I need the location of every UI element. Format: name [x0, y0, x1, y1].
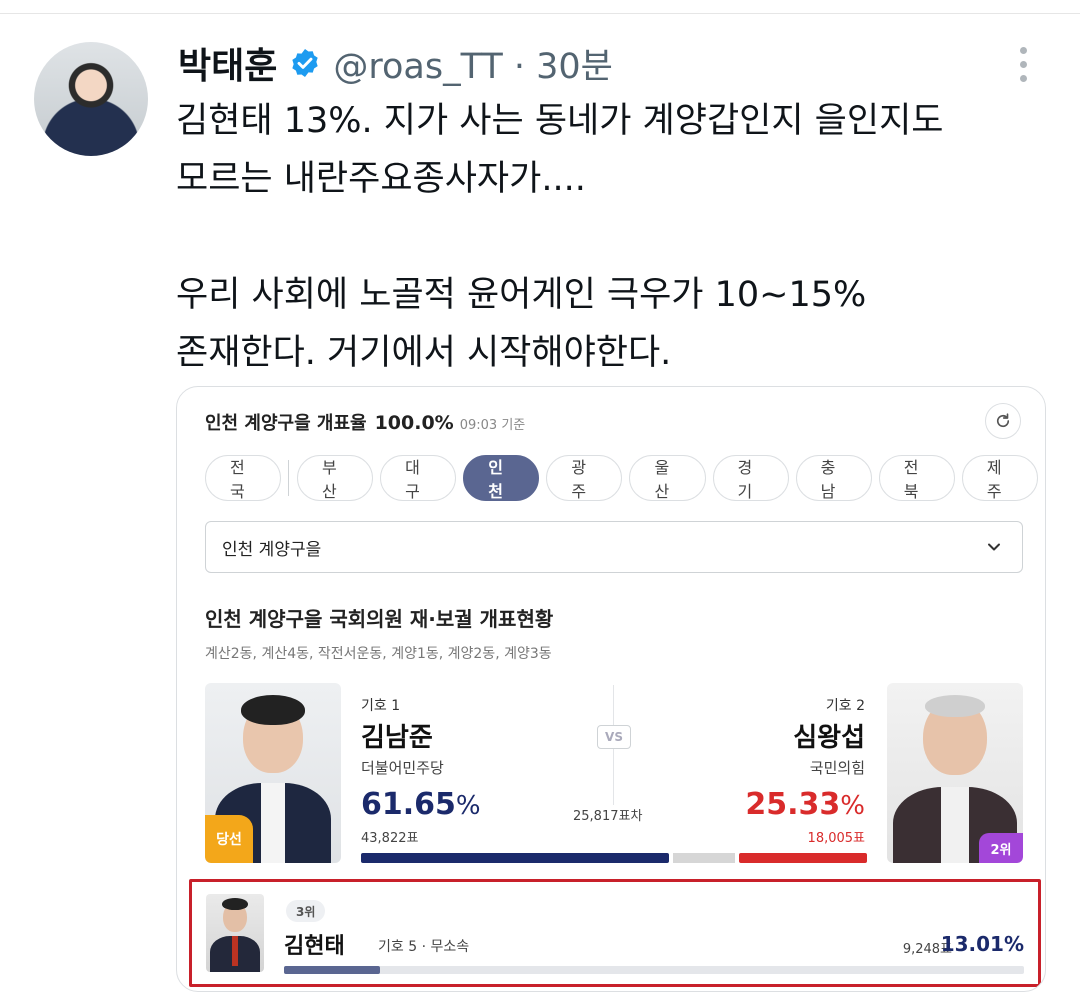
- candidate-2-percent: 25.33%: [745, 787, 865, 822]
- candidate-1-share-bar: [361, 853, 669, 863]
- district-select-value: 인천 계양구을: [222, 539, 322, 560]
- tweet-text: 김현태 13%. 지가 사는 동네가 계양갑인지 을인지도 모르는 내란주요종사…: [176, 101, 944, 373]
- region-tab-충남[interactable]: 충남: [795, 455, 872, 501]
- top-divider: [0, 0, 1080, 14]
- region-tab-부산[interactable]: 부산: [297, 455, 374, 501]
- third-place-highlight: 3위 김현태 기호 5 · 무소속 9,248표 13.01%: [189, 879, 1041, 987]
- candidate-1-photo: 당선: [205, 683, 341, 863]
- vs-label: VS: [597, 725, 631, 749]
- chevron-down-icon: [984, 537, 1004, 557]
- winner-badge: 당선: [205, 815, 253, 863]
- candidate-1-percent: 61.65%: [361, 787, 481, 822]
- candidate-2-photo: 2위: [887, 683, 1023, 863]
- region-tab-제주[interactable]: 제주: [961, 455, 1038, 501]
- candidate-3-meta: 기호 5 · 무소속: [378, 939, 470, 955]
- candidate-2-name: 심왕섭: [793, 723, 865, 753]
- candidate-1-name: 김남준: [361, 723, 433, 753]
- rank-3-badge: 3위: [286, 900, 326, 922]
- candidate-2-votes: 18,005표: [807, 831, 865, 846]
- candidate-1-number: 기호 1: [361, 698, 401, 714]
- candidate-3-name: 김현태: [284, 934, 345, 959]
- candidate-2-party: 국민의힘: [809, 759, 865, 777]
- region-tab-울산[interactable]: 울산: [629, 455, 706, 501]
- region-tab-대구[interactable]: 대구: [380, 455, 457, 501]
- section-subtitle: 계산2동, 계산4동, 작전서운동, 계양1동, 계양2동, 계양3동: [205, 646, 552, 662]
- region-tabs: 전국 부산 대구 인천 광주 울산 경기 충남 전북 제주: [205, 455, 1045, 501]
- candidate-1-votes: 43,822표: [361, 831, 419, 846]
- candidate-3-percent: 13.01%: [940, 932, 1024, 956]
- election-result-card: 인천 계양구을 개표율 100.0% 09:03 기준 전국 부산 대구 인천 …: [176, 386, 1046, 992]
- rank-2-badge: 2위: [979, 833, 1023, 863]
- region-divider: [288, 460, 289, 496]
- vote-difference: 25,817표차: [573, 809, 643, 824]
- author-handle-time[interactable]: @roas_TT · 30분: [333, 38, 612, 89]
- tweet-header: 박태훈 @roas_TT · 30분: [178, 38, 613, 88]
- region-tab-전국[interactable]: 전국: [205, 455, 282, 501]
- section-title: 인천 계양구을 국회의원 재·보궐 개표현황: [205, 607, 554, 631]
- candidate-1-party: 더불어민주당: [361, 759, 444, 777]
- candidate-3-bar-track: [284, 966, 1024, 974]
- count-title: 인천 계양구을 개표율: [205, 413, 367, 434]
- candidate-3-photo: [206, 894, 264, 972]
- district-select[interactable]: 인천 계양구을: [205, 521, 1023, 573]
- more-vertical-icon[interactable]: [1008, 44, 1038, 84]
- count-rate: 100.0%: [374, 412, 454, 434]
- others-share-bar: [673, 853, 735, 863]
- verified-badge-icon: [289, 47, 321, 79]
- region-tab-경기[interactable]: 경기: [712, 455, 789, 501]
- region-tab-전북[interactable]: 전북: [878, 455, 955, 501]
- candidate-2-number: 기호 2: [825, 698, 865, 714]
- author-name[interactable]: 박태훈: [178, 37, 277, 89]
- candidate-2-share-bar: [739, 853, 867, 863]
- card-header: 인천 계양구을 개표율 100.0% 09:03 기준: [205, 409, 525, 435]
- author-avatar[interactable]: [34, 42, 148, 156]
- candidate-3-share-bar: [284, 966, 380, 974]
- count-time: 09:03 기준: [459, 418, 526, 433]
- refresh-icon[interactable]: [985, 403, 1021, 439]
- region-tab-광주[interactable]: 광주: [546, 455, 623, 501]
- region-tab-인천[interactable]: 인천: [463, 455, 540, 501]
